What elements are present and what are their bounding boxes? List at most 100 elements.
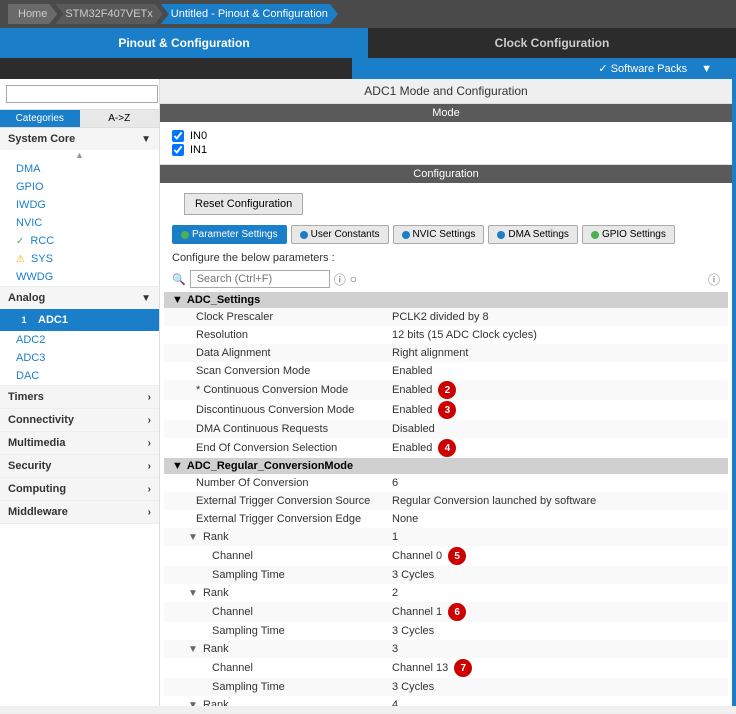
- params-container: ▼ ADC_Settings Clock Prescaler PCLK2 div…: [160, 292, 732, 706]
- param-row: Clock Prescaler PCLK2 divided by 8: [164, 308, 728, 326]
- vertical-accent: [732, 79, 736, 706]
- tab-gpio-settings[interactable]: GPIO Settings: [582, 225, 675, 244]
- dot-icon: [402, 231, 410, 239]
- sidebar-tab-buttons: Categories A->Z: [0, 110, 159, 128]
- param-group-adc-regular[interactable]: ▼ ADC_Regular_ConversionMode: [164, 458, 728, 474]
- dot-icon: [181, 231, 189, 239]
- sidebar-section-middleware: Middleware ›: [0, 501, 159, 524]
- sidebar-section-header-connectivity[interactable]: Connectivity ›: [0, 409, 159, 431]
- sidebar-item-gpio[interactable]: GPIO: [0, 178, 159, 196]
- tab-parameter-settings[interactable]: Parameter Settings: [172, 225, 287, 244]
- dot-icon: [497, 231, 505, 239]
- badge-5: 5: [448, 547, 466, 565]
- sidebar-item-dma[interactable]: DMA: [0, 160, 159, 178]
- param-group-adc-settings[interactable]: ▼ ADC_Settings: [164, 292, 728, 308]
- panel-title: ADC1 Mode and Configuration: [160, 79, 732, 104]
- param-row: Channel Channel 13 7: [164, 658, 728, 678]
- sidebar-item-dac[interactable]: DAC: [0, 367, 159, 385]
- chevron-down-icon: ▼: [141, 134, 151, 145]
- param-row: Resolution 12 bits (15 ADC Clock cycles): [164, 326, 728, 344]
- sidebar-section-system-core: System Core ▼ ▲ DMA GPIO IWDG NVIC RCC S…: [0, 128, 159, 287]
- badge-7: 7: [454, 659, 472, 677]
- tab-dma-settings[interactable]: DMA Settings: [488, 225, 578, 244]
- main-tabs: Pinout & Configuration Clock Configurati…: [0, 28, 736, 58]
- sidebar-section-header-security[interactable]: Security ›: [0, 455, 159, 477]
- mode-content: IN0 IN1: [160, 122, 732, 165]
- chevron-down-icon: ▼: [172, 460, 183, 472]
- chevron-right-icon: ›: [148, 415, 151, 426]
- adc1-badge: 1: [16, 312, 32, 328]
- tab-nvic-settings[interactable]: NVIC Settings: [393, 225, 485, 244]
- breadcrumb-device[interactable]: STM32F407VETx: [55, 4, 162, 24]
- chevron-right-icon: ›: [148, 484, 151, 495]
- chevron-down-icon: ▼: [701, 63, 712, 75]
- sidebar-section-multimedia: Multimedia ›: [0, 432, 159, 455]
- sidebar-section-header-analog[interactable]: Analog ▼: [0, 287, 159, 309]
- mode-checkbox-in0[interactable]: IN0: [172, 130, 720, 142]
- sidebar-item-wwdg[interactable]: WWDG: [0, 268, 159, 286]
- reset-configuration-button[interactable]: Reset Configuration: [184, 193, 303, 215]
- param-row: Discontinuous Conversion Mode Enabled 3: [164, 400, 728, 420]
- mode-checkbox-in1[interactable]: IN1: [172, 144, 720, 156]
- sidebar: ⚙ Categories A->Z System Core ▼ ▲ DMA GP…: [0, 79, 160, 706]
- main-panel: ADC1 Mode and Configuration Mode IN0 IN1…: [160, 79, 732, 706]
- sidebar-item-rcc[interactable]: RCC: [0, 232, 159, 250]
- sidebar-section-security: Security ›: [0, 455, 159, 478]
- param-row: ▼ Rank 1: [164, 528, 728, 546]
- breadcrumb-home[interactable]: Home: [8, 4, 57, 24]
- sidebar-section-header-middleware[interactable]: Middleware ›: [0, 501, 159, 523]
- param-row: * Continuous Conversion Mode Enabled 2: [164, 380, 728, 400]
- chevron-down-icon: ▼: [172, 294, 183, 306]
- config-search-input[interactable]: [190, 270, 330, 288]
- software-packs-bar[interactable]: ✓ Software Packs ▼: [352, 58, 736, 79]
- sidebar-section-timers: Timers ›: [0, 386, 159, 409]
- sidebar-section-header-timers[interactable]: Timers ›: [0, 386, 159, 408]
- tab-categories[interactable]: Categories: [0, 110, 80, 127]
- param-tabs: Parameter Settings User Constants NVIC S…: [160, 225, 732, 250]
- breadcrumb-bar: Home STM32F407VETx Untitled - Pinout & C…: [0, 0, 736, 28]
- chevron-down-icon: ▼: [141, 293, 151, 304]
- param-row: External Trigger Conversion Edge None: [164, 510, 728, 528]
- badge-2: 2: [438, 381, 456, 399]
- config-search: 🔍 ⓘ ○ ⓘ: [160, 268, 732, 292]
- sidebar-item-sys[interactable]: SYS: [0, 250, 159, 268]
- badge-6: 6: [448, 603, 466, 621]
- param-row: Number Of Conversion 6: [164, 474, 728, 492]
- mode-bar: Mode: [160, 104, 732, 122]
- circle-icon: ○: [350, 272, 357, 286]
- sidebar-section-header-computing[interactable]: Computing ›: [0, 478, 159, 500]
- sidebar-item-adc3[interactable]: ADC3: [0, 349, 159, 367]
- param-row: ▼ Rank 4: [164, 696, 728, 706]
- reset-btn-container: Reset Configuration: [160, 183, 732, 225]
- search-bar: ⚙: [0, 79, 159, 110]
- tab-atoz[interactable]: A->Z: [80, 110, 160, 127]
- param-row: External Trigger Conversion Source Regul…: [164, 492, 728, 510]
- dot-icon: [300, 231, 308, 239]
- tab-clock[interactable]: Clock Configuration: [368, 28, 736, 58]
- sidebar-section-connectivity: Connectivity ›: [0, 409, 159, 432]
- sidebar-item-adc1[interactable]: 1 ADC1: [0, 309, 159, 331]
- sidebar-section-computing: Computing ›: [0, 478, 159, 501]
- param-row: Scan Conversion Mode Enabled: [164, 362, 728, 380]
- info-icon-right: ⓘ: [708, 271, 720, 288]
- info-icon: ⓘ: [334, 271, 346, 288]
- param-row: ▼ Rank 2: [164, 584, 728, 602]
- sidebar-item-iwdg[interactable]: IWDG: [0, 196, 159, 214]
- dot-icon: [591, 231, 599, 239]
- sidebar-item-adc2[interactable]: ADC2: [0, 331, 159, 349]
- sidebar-section-header-system-core[interactable]: System Core ▼: [0, 128, 159, 150]
- param-row: ▼ Rank 3: [164, 640, 728, 658]
- param-row: Sampling Time 3 Cycles: [164, 678, 728, 696]
- breadcrumb-current[interactable]: Untitled - Pinout & Configuration: [161, 4, 338, 24]
- sidebar-item-nvic[interactable]: NVIC: [0, 214, 159, 232]
- param-row: DMA Continuous Requests Disabled: [164, 420, 728, 438]
- param-row: Channel Channel 1 6: [164, 602, 728, 622]
- tab-user-constants[interactable]: User Constants: [291, 225, 389, 244]
- content-area: ⚙ Categories A->Z System Core ▼ ▲ DMA GP…: [0, 79, 736, 706]
- badge-3: 3: [438, 401, 456, 419]
- tab-pinout[interactable]: Pinout & Configuration: [0, 28, 368, 58]
- sidebar-section-header-multimedia[interactable]: Multimedia ›: [0, 432, 159, 454]
- config-bar: Configuration: [160, 165, 732, 183]
- search-input[interactable]: [6, 85, 158, 103]
- chevron-right-icon: ›: [148, 461, 151, 472]
